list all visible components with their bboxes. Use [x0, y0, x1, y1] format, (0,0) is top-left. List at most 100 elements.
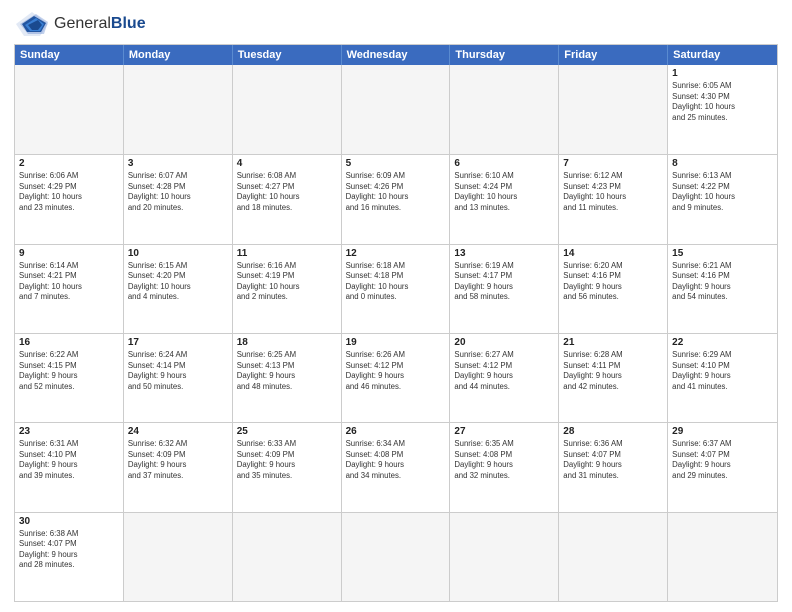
- calendar-cell: 7 Sunrise: 6:12 AM Sunset: 4:23 PM Daylig…: [559, 155, 668, 243]
- day-info: Sunrise: 6:10 AM Sunset: 4:24 PM Dayligh…: [454, 171, 554, 213]
- day-info: Sunrise: 6:32 AM Sunset: 4:09 PM Dayligh…: [128, 439, 228, 481]
- day-info: Sunrise: 6:13 AM Sunset: 4:22 PM Dayligh…: [672, 171, 773, 213]
- day-info: Sunrise: 6:36 AM Sunset: 4:07 PM Dayligh…: [563, 439, 663, 481]
- day-info: Sunrise: 6:31 AM Sunset: 4:10 PM Dayligh…: [19, 439, 119, 481]
- day-info: Sunrise: 6:05 AM Sunset: 4:30 PM Dayligh…: [672, 81, 773, 123]
- day-number: 1: [672, 68, 773, 79]
- calendar-cell: 19 Sunrise: 6:26 AM Sunset: 4:12 PM Dayli…: [342, 334, 451, 422]
- day-info: Sunrise: 6:20 AM Sunset: 4:16 PM Dayligh…: [563, 261, 663, 303]
- calendar-cell: 18 Sunrise: 6:25 AM Sunset: 4:13 PM Dayli…: [233, 334, 342, 422]
- calendar-cell: [233, 65, 342, 154]
- day-info: Sunrise: 6:25 AM Sunset: 4:13 PM Dayligh…: [237, 350, 337, 392]
- header-day-sunday: Sunday: [15, 45, 124, 65]
- day-number: 10: [128, 248, 228, 259]
- day-info: Sunrise: 6:28 AM Sunset: 4:11 PM Dayligh…: [563, 350, 663, 392]
- calendar-cell: 25 Sunrise: 6:33 AM Sunset: 4:09 PM Dayli…: [233, 423, 342, 511]
- calendar-cell: 24Sunrise: 6:32 AM Sunset: 4:09 PM Dayli…: [124, 423, 233, 511]
- calendar-cell: 2 Sunrise: 6:06 AM Sunset: 4:29 PM Daylig…: [15, 155, 124, 243]
- calendar-cell: 28 Sunrise: 6:36 AM Sunset: 4:07 PM Dayli…: [559, 423, 668, 511]
- day-number: 18: [237, 337, 337, 348]
- calendar-week-4: 16Sunrise: 6:22 AM Sunset: 4:15 PM Dayli…: [15, 333, 777, 422]
- day-number: 20: [454, 337, 554, 348]
- day-number: 9: [19, 248, 119, 259]
- calendar-cell: [559, 65, 668, 154]
- calendar-cell: 5Sunrise: 6:09 AM Sunset: 4:26 PM Daylig…: [342, 155, 451, 243]
- day-number: 21: [563, 337, 663, 348]
- calendar-cell: [124, 513, 233, 601]
- day-number: 14: [563, 248, 663, 259]
- header: GeneralBlue: [14, 10, 778, 38]
- calendar-cell: 26 Sunrise: 6:34 AM Sunset: 4:08 PM Dayli…: [342, 423, 451, 511]
- header-day-friday: Friday: [559, 45, 668, 65]
- header-day-saturday: Saturday: [668, 45, 777, 65]
- day-number: 11: [237, 248, 337, 259]
- header-day-monday: Monday: [124, 45, 233, 65]
- calendar-cell: [15, 65, 124, 154]
- calendar-week-1: 1 Sunrise: 6:05 AM Sunset: 4:30 PM Daylig…: [15, 65, 777, 154]
- day-number: 26: [346, 426, 446, 437]
- calendar-cell: 16Sunrise: 6:22 AM Sunset: 4:15 PM Dayli…: [15, 334, 124, 422]
- day-number: 6: [454, 158, 554, 169]
- calendar-week-3: 9Sunrise: 6:14 AM Sunset: 4:21 PM Daylig…: [15, 244, 777, 333]
- day-info: Sunrise: 6:33 AM Sunset: 4:09 PM Dayligh…: [237, 439, 337, 481]
- day-info: Sunrise: 6:22 AM Sunset: 4:15 PM Dayligh…: [19, 350, 119, 392]
- calendar-cell: [342, 513, 451, 601]
- header-day-tuesday: Tuesday: [233, 45, 342, 65]
- logo-icon: [14, 10, 50, 38]
- day-number: 23: [19, 426, 119, 437]
- calendar-cell: [668, 513, 777, 601]
- calendar-cell: [450, 513, 559, 601]
- day-info: Sunrise: 6:08 AM Sunset: 4:27 PM Dayligh…: [237, 171, 337, 213]
- calendar-cell: 1 Sunrise: 6:05 AM Sunset: 4:30 PM Daylig…: [668, 65, 777, 154]
- page: GeneralBlue SundayMondayTuesdayWednesday…: [0, 0, 792, 612]
- day-info: Sunrise: 6:35 AM Sunset: 4:08 PM Dayligh…: [454, 439, 554, 481]
- day-info: Sunrise: 6:19 AM Sunset: 4:17 PM Dayligh…: [454, 261, 554, 303]
- calendar-week-6: 30 Sunrise: 6:38 AM Sunset: 4:07 PM Dayli…: [15, 512, 777, 601]
- day-info: Sunrise: 6:26 AM Sunset: 4:12 PM Dayligh…: [346, 350, 446, 392]
- calendar-cell: [342, 65, 451, 154]
- day-info: Sunrise: 6:38 AM Sunset: 4:07 PM Dayligh…: [19, 529, 119, 571]
- day-info: Sunrise: 6:12 AM Sunset: 4:23 PM Dayligh…: [563, 171, 663, 213]
- header-day-thursday: Thursday: [450, 45, 559, 65]
- day-number: 25: [237, 426, 337, 437]
- day-number: 29: [672, 426, 773, 437]
- calendar-cell: 14 Sunrise: 6:20 AM Sunset: 4:16 PM Dayli…: [559, 245, 668, 333]
- day-info: Sunrise: 6:06 AM Sunset: 4:29 PM Dayligh…: [19, 171, 119, 213]
- day-info: Sunrise: 6:15 AM Sunset: 4:20 PM Dayligh…: [128, 261, 228, 303]
- calendar-week-2: 2 Sunrise: 6:06 AM Sunset: 4:29 PM Daylig…: [15, 154, 777, 243]
- day-number: 7: [563, 158, 663, 169]
- calendar-cell: 15Sunrise: 6:21 AM Sunset: 4:16 PM Dayli…: [668, 245, 777, 333]
- calendar-cell: [559, 513, 668, 601]
- day-number: 28: [563, 426, 663, 437]
- day-number: 22: [672, 337, 773, 348]
- calendar-week-5: 23 Sunrise: 6:31 AM Sunset: 4:10 PM Dayli…: [15, 422, 777, 511]
- calendar-cell: 30 Sunrise: 6:38 AM Sunset: 4:07 PM Dayli…: [15, 513, 124, 601]
- calendar-cell: 8Sunrise: 6:13 AM Sunset: 4:22 PM Daylig…: [668, 155, 777, 243]
- day-info: Sunrise: 6:09 AM Sunset: 4:26 PM Dayligh…: [346, 171, 446, 213]
- header-day-wednesday: Wednesday: [342, 45, 451, 65]
- calendar-cell: 22 Sunrise: 6:29 AM Sunset: 4:10 PM Dayli…: [668, 334, 777, 422]
- day-info: Sunrise: 6:21 AM Sunset: 4:16 PM Dayligh…: [672, 261, 773, 303]
- calendar-cell: 13Sunrise: 6:19 AM Sunset: 4:17 PM Dayli…: [450, 245, 559, 333]
- day-number: 19: [346, 337, 446, 348]
- day-info: Sunrise: 6:37 AM Sunset: 4:07 PM Dayligh…: [672, 439, 773, 481]
- day-number: 4: [237, 158, 337, 169]
- day-number: 30: [19, 516, 119, 527]
- calendar-header: SundayMondayTuesdayWednesdayThursdayFrid…: [15, 45, 777, 65]
- day-info: Sunrise: 6:24 AM Sunset: 4:14 PM Dayligh…: [128, 350, 228, 392]
- calendar-cell: 9Sunrise: 6:14 AM Sunset: 4:21 PM Daylig…: [15, 245, 124, 333]
- calendar-cell: 20Sunrise: 6:27 AM Sunset: 4:12 PM Dayli…: [450, 334, 559, 422]
- day-info: Sunrise: 6:07 AM Sunset: 4:28 PM Dayligh…: [128, 171, 228, 213]
- day-info: Sunrise: 6:18 AM Sunset: 4:18 PM Dayligh…: [346, 261, 446, 303]
- calendar-cell: 21 Sunrise: 6:28 AM Sunset: 4:11 PM Dayli…: [559, 334, 668, 422]
- day-info: Sunrise: 6:16 AM Sunset: 4:19 PM Dayligh…: [237, 261, 337, 303]
- day-info: Sunrise: 6:29 AM Sunset: 4:10 PM Dayligh…: [672, 350, 773, 392]
- day-info: Sunrise: 6:34 AM Sunset: 4:08 PM Dayligh…: [346, 439, 446, 481]
- calendar-cell: [124, 65, 233, 154]
- day-number: 17: [128, 337, 228, 348]
- logo-text: GeneralBlue: [54, 15, 146, 33]
- calendar-cell: 10 Sunrise: 6:15 AM Sunset: 4:20 PM Dayli…: [124, 245, 233, 333]
- day-number: 27: [454, 426, 554, 437]
- calendar-cell: [450, 65, 559, 154]
- day-number: 2: [19, 158, 119, 169]
